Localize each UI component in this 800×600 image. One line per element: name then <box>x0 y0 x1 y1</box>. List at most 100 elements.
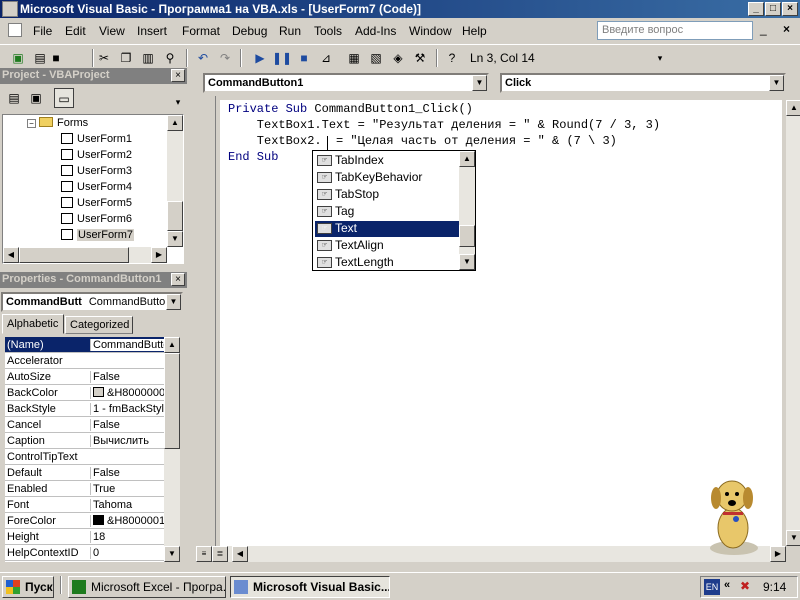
property-value[interactable]: Tahoma <box>90 499 167 511</box>
vba-app-icon[interactable] <box>2 1 18 17</box>
property-row[interactable]: ControlTipText <box>5 449 167 465</box>
autolist-item[interactable]: ☞ TabKeyBehavior <box>315 170 460 186</box>
menu-insert[interactable]: Insert <box>137 24 167 38</box>
undo-icon[interactable]: ↶ <box>193 48 213 68</box>
property-value[interactable]: True <box>90 483 167 495</box>
property-row[interactable]: Font Tahoma <box>5 497 167 513</box>
property-row[interactable]: HelpContextID 0 <box>5 545 167 561</box>
property-row[interactable]: Enabled True <box>5 481 167 497</box>
property-value[interactable]: 18 <box>90 531 167 543</box>
break-icon[interactable]: ❚❚ <box>272 48 292 68</box>
chevron-down-icon[interactable]: ▼ <box>769 75 784 91</box>
property-value[interactable]: &H8000000 <box>90 387 167 399</box>
scroll-down-icon[interactable]: ▼ <box>459 254 475 270</box>
procedure-combo[interactable]: Click ▼ <box>500 73 786 93</box>
object-selector[interactable]: CommandButt CommandButton ▼ <box>1 292 183 312</box>
code-line-3[interactable]: TextBox2. = "Целая часть от деления = " … <box>228 134 617 148</box>
run-icon[interactable]: ▶ <box>250 48 270 68</box>
task-excel[interactable]: Microsoft Excel - Програ... <box>68 576 226 598</box>
menu-debug[interactable]: Debug <box>232 24 267 38</box>
scroll-up-icon[interactable]: ▲ <box>164 337 180 353</box>
project-close-button[interactable]: × <box>171 69 185 82</box>
minimize-button[interactable]: _ <box>748 2 764 16</box>
menu-file[interactable]: File <box>33 24 52 38</box>
scroll-thumb[interactable] <box>459 225 475 247</box>
code-editor[interactable]: Private Sub CommandButton1_Click() TextB… <box>220 100 782 546</box>
menu-window[interactable]: Window <box>409 24 452 38</box>
scroll-right-icon[interactable]: ▶ <box>770 546 786 562</box>
tree-item-userform5[interactable]: UserForm5 <box>61 197 132 209</box>
property-row[interactable]: Caption Вычислить <box>5 433 167 449</box>
scroll-thumb[interactable] <box>164 353 180 449</box>
tree-vscrollbar[interactable]: ▲ ▼ <box>167 115 183 247</box>
tray-expand-icon[interactable]: « <box>724 579 730 591</box>
excel-icon[interactable]: ▣ <box>8 48 28 68</box>
tab-categorized[interactable]: Categorized <box>65 316 133 334</box>
properties-window-icon[interactable]: ▧ <box>366 48 386 68</box>
collapse-icon[interactable]: − <box>27 119 36 128</box>
code-line-2[interactable]: TextBox1.Text = "Результат деления = " &… <box>228 118 660 132</box>
property-row[interactable]: Default False <box>5 465 167 481</box>
property-value[interactable]: 1 - fmBackStyle <box>90 403 167 415</box>
menu-addins[interactable]: Add-Ins <box>355 24 396 38</box>
scroll-down-icon[interactable]: ▼ <box>786 530 800 546</box>
network-icon[interactable]: ✖ <box>740 579 750 593</box>
code-vscrollbar[interactable]: ▲ ▼ <box>786 100 800 546</box>
property-value[interactable]: &H8000001 <box>90 515 167 527</box>
project-explorer-icon[interactable]: ▦ <box>344 48 364 68</box>
property-value[interactable]: False <box>90 467 167 479</box>
autolist-vscrollbar[interactable]: ▲ ▼ <box>459 151 475 270</box>
reset-icon[interactable]: ■ <box>294 48 314 68</box>
chevron-down-icon[interactable]: ▼ <box>166 294 181 310</box>
procedure-view-icon[interactable]: ≡ <box>196 546 212 562</box>
view-code-icon[interactable]: ▤ <box>4 88 24 108</box>
scroll-thumb[interactable] <box>167 201 183 231</box>
tree-item-userform2[interactable]: UserForm2 <box>61 149 132 161</box>
code-hscrollbar[interactable]: ≡ ≣ ◀ ▶ <box>196 546 786 562</box>
scroll-up-icon[interactable]: ▲ <box>167 115 183 131</box>
menu-help[interactable]: Help <box>462 24 487 38</box>
object-browser-icon[interactable]: ◈ <box>388 48 408 68</box>
scroll-left-icon[interactable]: ◀ <box>232 546 248 562</box>
scroll-down-icon[interactable]: ▼ <box>167 231 183 247</box>
property-row[interactable]: Accelerator <box>5 353 167 369</box>
scroll-down-icon[interactable]: ▼ <box>164 546 180 562</box>
property-row[interactable]: BackStyle 1 - fmBackStyle <box>5 401 167 417</box>
tree-item-userform4[interactable]: UserForm4 <box>61 181 132 193</box>
property-row[interactable]: ForeColor &H8000001 <box>5 513 167 529</box>
autolist-item[interactable]: ☞ Tag <box>315 204 460 220</box>
close-button[interactable]: × <box>782 2 798 16</box>
property-row[interactable]: AutoSize False <box>5 369 167 385</box>
property-row[interactable]: (Name) CommandButto <box>5 337 167 353</box>
tree-folder-forms[interactable]: − Forms <box>27 117 88 129</box>
code-line-4[interactable]: End Sub <box>228 150 278 164</box>
full-module-view-icon[interactable]: ≣ <box>212 546 228 562</box>
toggle-folders-icon[interactable]: ▭ <box>54 88 74 108</box>
chevron-down-icon[interactable]: ▼ <box>472 75 487 91</box>
property-value[interactable]: CommandButto <box>90 339 167 351</box>
object-combo[interactable]: CommandButton1 ▼ <box>203 73 489 93</box>
tree-item-userform7[interactable]: UserForm7 <box>61 229 135 241</box>
menu-format[interactable]: Format <box>182 24 220 38</box>
autolist-item[interactable]: ☞ Text <box>315 221 460 237</box>
design-mode-icon[interactable]: ⊿ <box>316 48 336 68</box>
menu-edit[interactable]: Edit <box>65 24 86 38</box>
autocomplete-list[interactable]: ☞ TabIndex ☞ TabKeyBehavior ☞ TabStop ☞ Tag ☞ Tex… <box>312 150 476 271</box>
code-line-1[interactable]: Private Sub CommandButton1_Click() <box>228 102 473 116</box>
scroll-up-icon[interactable]: ▲ <box>459 151 475 167</box>
form-icon[interactable] <box>8 23 22 37</box>
tree-item-userform6[interactable]: UserForm6 <box>61 213 132 225</box>
tree-hscrollbar[interactable]: ◀ ▶ <box>3 247 167 263</box>
properties-close-button[interactable]: × <box>171 273 185 286</box>
cut-icon[interactable]: ✂ <box>94 48 114 68</box>
help-search-input[interactable]: Введите вопрос <box>597 21 753 40</box>
toolbox-icon[interactable]: ⚒ <box>410 48 430 68</box>
property-row[interactable]: BackColor &H8000000 <box>5 385 167 401</box>
tree-item-userform1[interactable]: UserForm1 <box>61 133 132 145</box>
autolist-item[interactable]: ☞ TextAlign <box>315 238 460 254</box>
doc-minimize-button[interactable]: _ <box>760 22 767 36</box>
find-icon[interactable]: ⚲ <box>160 48 180 68</box>
language-indicator[interactable]: EN <box>704 579 720 595</box>
doc-close-button[interactable]: × <box>783 22 790 36</box>
toolbar-options-icon[interactable]: ▾ <box>650 48 670 68</box>
